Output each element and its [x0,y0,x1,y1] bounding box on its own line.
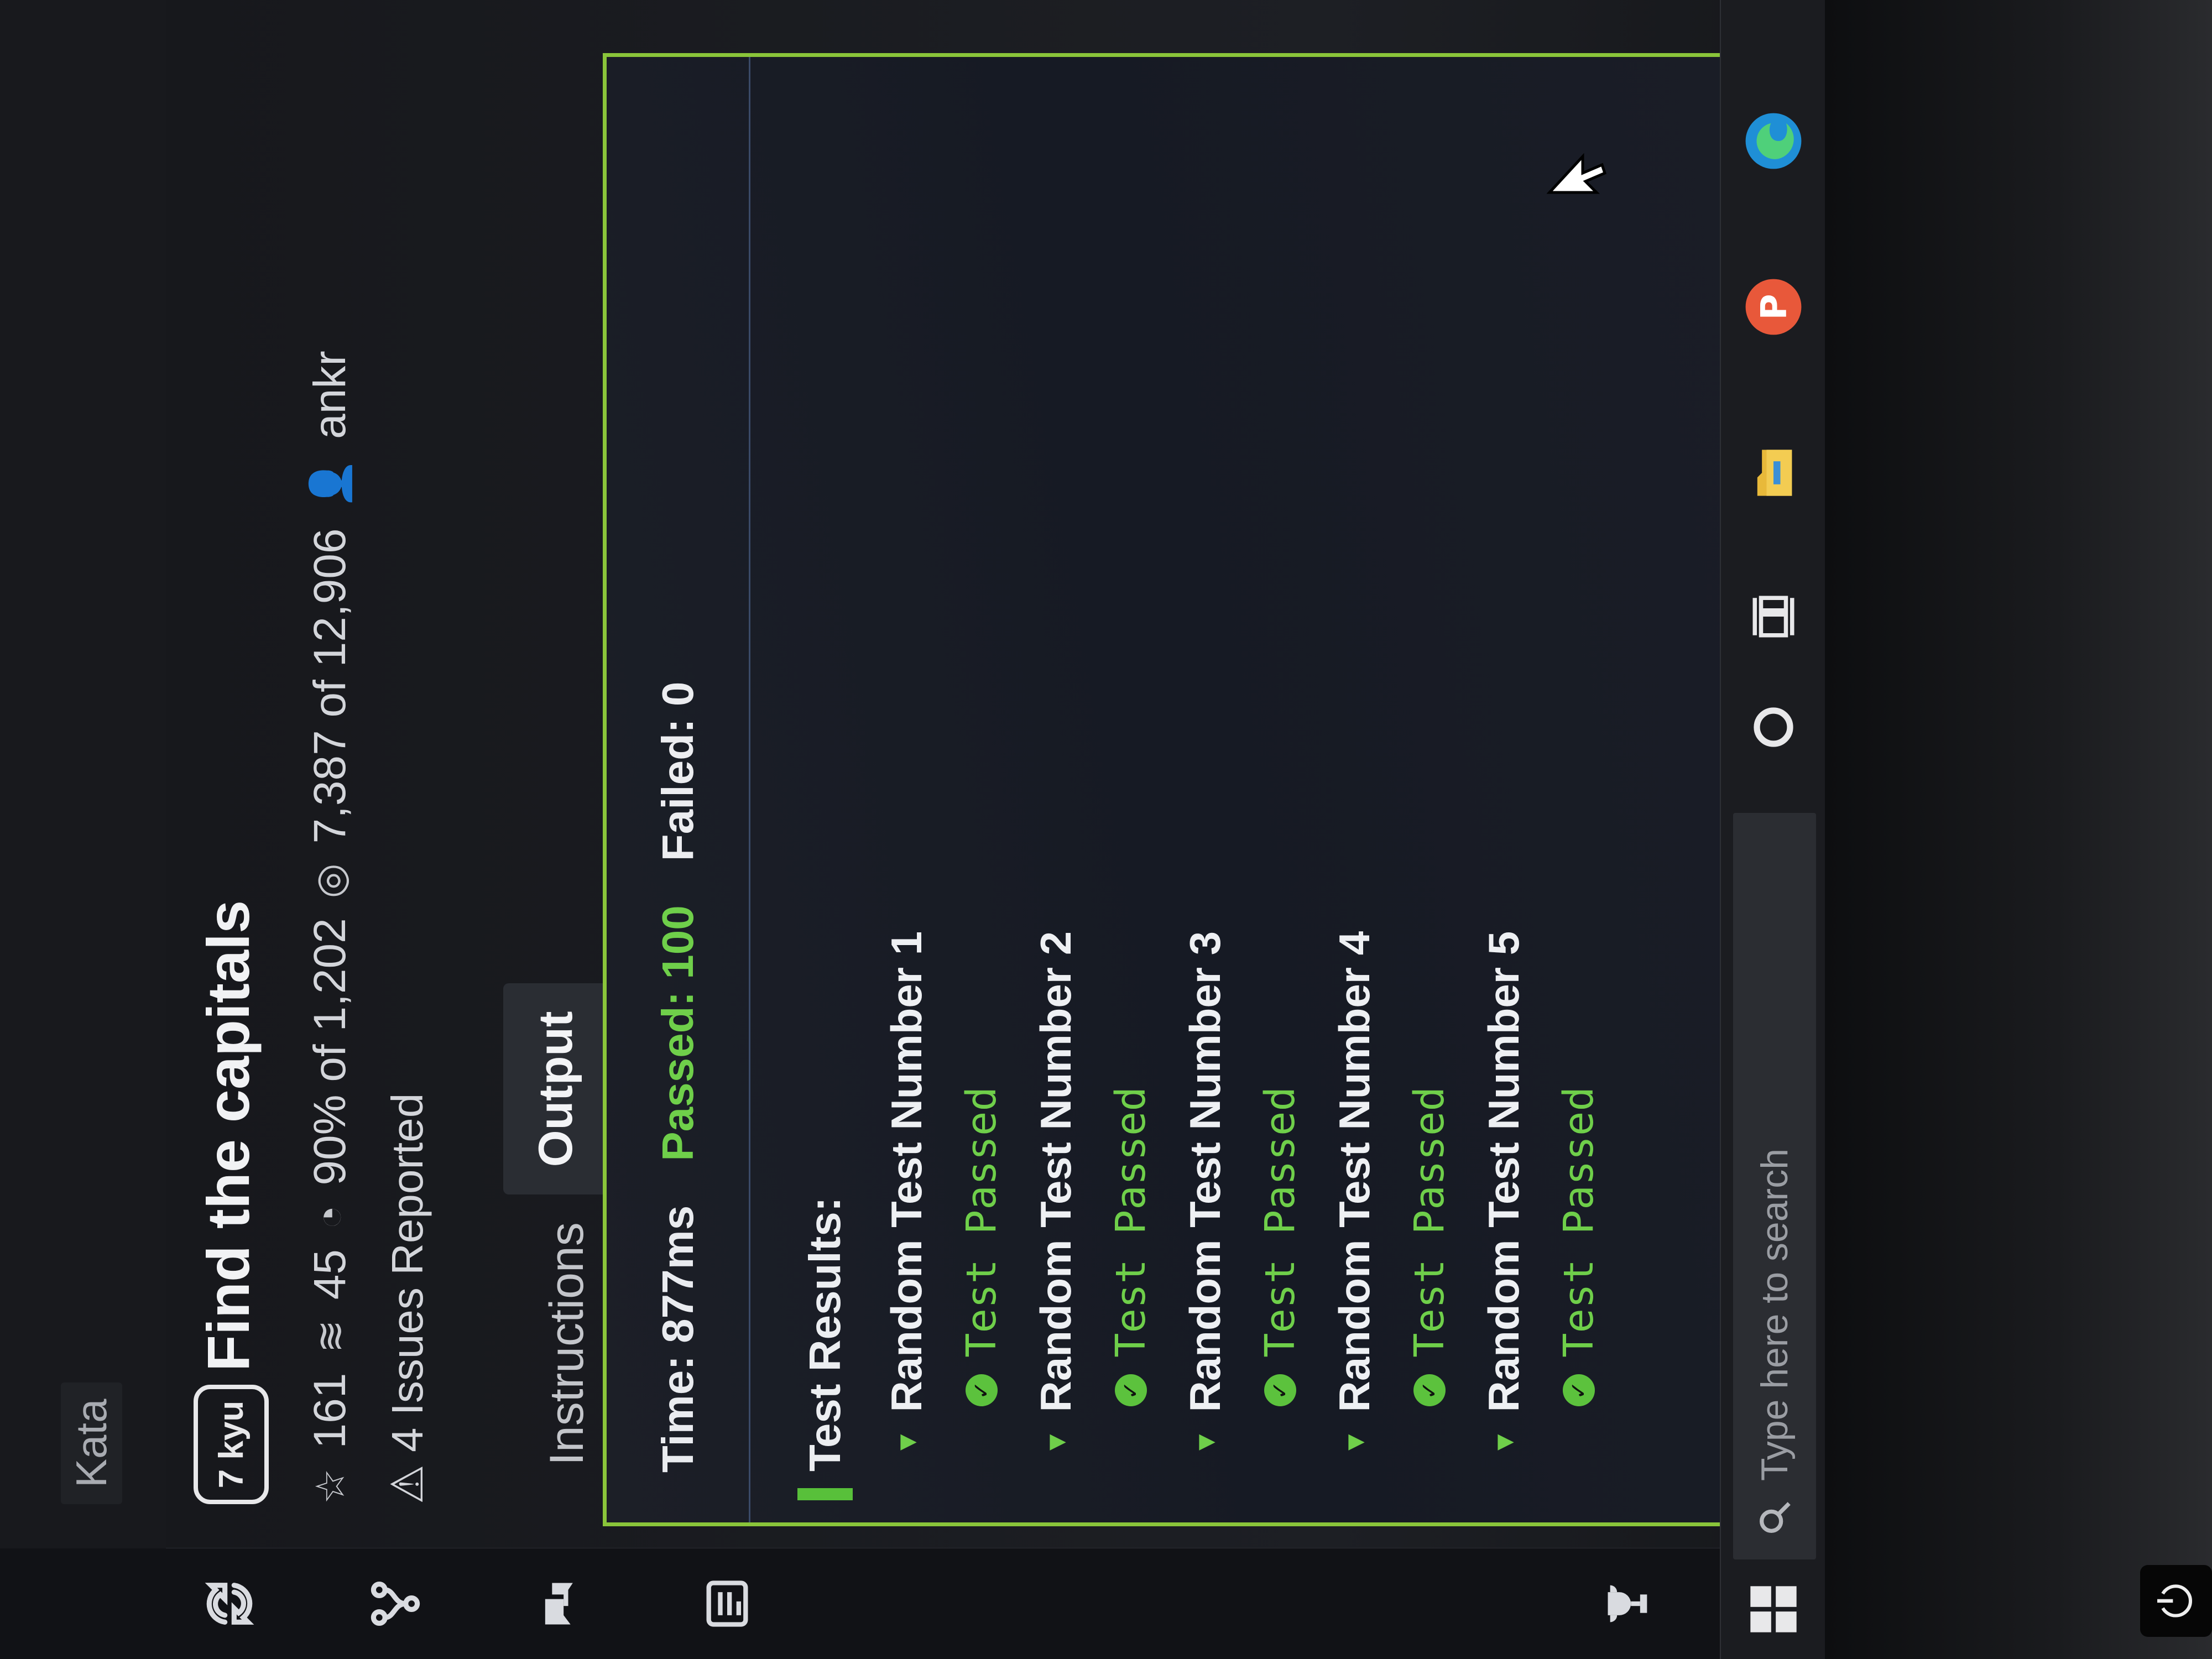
check-icon: ✓ [965,1374,998,1406]
satisfaction-icon: ◔ [308,1205,352,1230]
test-result-label: Test Passed [1554,1086,1603,1358]
completions-icon: ◎ [309,863,353,899]
test-group: ▼ Random Test Number 5 ✓ Test Passed [1464,90,1613,1500]
test-group-label: Random Test Number 1 [882,931,931,1412]
results-label: Test Results: [800,1197,849,1472]
taskbar-search-input[interactable] [1752,872,1797,1482]
laptop-bezel [1825,0,2212,1659]
expand-icon: ▼ [1339,1428,1370,1457]
cortana-icon[interactable] [1738,691,1809,763]
check-icon: ✓ [1114,1374,1147,1406]
user-icon: 👤 [308,458,353,509]
passed-count: Passed: 100 [653,905,702,1161]
check-icon: ✓ [1562,1374,1595,1406]
mouse-cursor-icon [1547,153,1607,194]
stars-count: 161 [305,1373,355,1449]
test-result-label: Test Passed [1107,1086,1155,1358]
refresh-icon[interactable] [199,1573,260,1634]
chat-icon[interactable] [531,1573,592,1634]
collections-count: 45 [305,1249,355,1300]
test-result-row: ✓ Test Passed [1245,90,1314,1500]
test-group-title[interactable]: ▼ Random Test Number 2 [1016,90,1096,1500]
run-time: Time: 877ms [653,1205,702,1473]
rank-badge: 7 kyu [194,1385,269,1504]
svg-text:P: P [1754,294,1795,320]
completions-count: 7,387 of 12,906 [305,528,355,844]
windows-icon[interactable] [1746,1582,1801,1637]
test-group-title[interactable]: ▼ Random Test Number 4 [1314,90,1395,1500]
results-header: Test Results: [784,90,867,1500]
expand-icon: ▼ [1040,1428,1072,1457]
test-group-label: Random Test Number 4 [1330,931,1379,1412]
output-panel: Time: 877ms Passed: 100 Failed: 0 Test R… [603,53,1739,1526]
test-result-label: Test Passed [1405,1086,1453,1358]
issues-label: 4 Issues Reported [383,1093,432,1453]
star-icon[interactable]: ☆ [307,1468,353,1504]
tab-bar: Instructions Output [492,983,608,1493]
tab-instructions[interactable]: Instructions [525,1194,608,1493]
test-group: ▼ Random Test Number 3 ✓ Test Passed [1165,90,1314,1500]
test-group-label: Random Test Number 5 [1479,931,1528,1412]
test-group: ▼ Random Test Number 4 ✓ Test Passed [1314,90,1464,1500]
fork-icon[interactable] [365,1573,426,1634]
test-result-row: ✓ Test Passed [1096,90,1165,1500]
check-icon: ✓ [1413,1374,1446,1406]
edge-icon[interactable] [1738,105,1809,177]
satisfaction-rating: 90% of 1,202 [305,918,355,1186]
test-result-row: ✓ Test Passed [947,90,1016,1500]
test-group: ▼ Random Test Number 1 ✓ Test Passed [867,90,1016,1500]
file-explorer-icon[interactable] [1738,437,1809,509]
top-bar: Kata [0,0,166,1548]
taskbar-search[interactable] [1733,813,1816,1559]
kata-title: Find the capitals [195,900,262,1371]
expand-icon: ▼ [891,1428,922,1457]
check-icon: ✓ [1264,1374,1296,1406]
test-result-label: Test Passed [1256,1086,1304,1358]
kata-stats: ☆ 161 ≋ 45 ◔ 90% of 1,202 ◎ 7,387 of 12,… [304,351,356,1504]
status-bar [797,1488,853,1500]
test-group-title[interactable]: ▼ Random Test Number 1 [867,90,947,1500]
expand-icon: ▼ [1190,1428,1221,1457]
app-p-icon[interactable]: P [1738,271,1809,343]
sidebar [0,1548,1825,1659]
test-result-row: ✓ Test Passed [1395,90,1464,1500]
test-group: ▼ Random Test Number 2 ✓ Test Passed [1016,90,1165,1500]
test-group-label: Random Test Number 3 [1181,931,1229,1412]
test-results: Test Results: ▼ Random Test Number 1 ✓ T… [784,90,1613,1500]
tab-output[interactable]: Output [503,983,608,1195]
test-group-label: Random Test Number 2 [1031,931,1080,1412]
expand-icon: ▼ [1488,1428,1520,1457]
test-result-label: Test Passed [957,1086,1005,1358]
results-summary: Time: 877ms Passed: 100 Failed: 0 [607,57,750,1522]
author-link[interactable]: ankr [304,351,356,439]
collections-icon: ≋ [309,1319,353,1353]
test-group-title[interactable]: ▼ Random Test Number 3 [1165,90,1245,1500]
test-group-title[interactable]: ▼ Random Test Number 5 [1464,90,1544,1500]
failed-count: Failed: 0 [653,681,702,862]
power-icon[interactable]: ⏻ [2140,1565,2212,1637]
taskbar: P [1720,0,1826,1659]
trophy-icon[interactable] [1598,1573,1659,1634]
notes-icon[interactable] [697,1573,758,1634]
task-view-icon[interactable] [1738,581,1809,653]
search-icon [1760,1502,1791,1533]
test-result-row: ✓ Test Passed [1544,90,1613,1500]
screen: Kata 7 kyu Find the capitals ☆ 161 ≋ 45 … [0,0,2212,1659]
breadcrumb[interactable]: Kata [61,1382,122,1504]
issues-link[interactable]: ⚠ 4 Issues Reported [382,1093,433,1504]
warning-icon: ⚠ [383,1464,432,1504]
